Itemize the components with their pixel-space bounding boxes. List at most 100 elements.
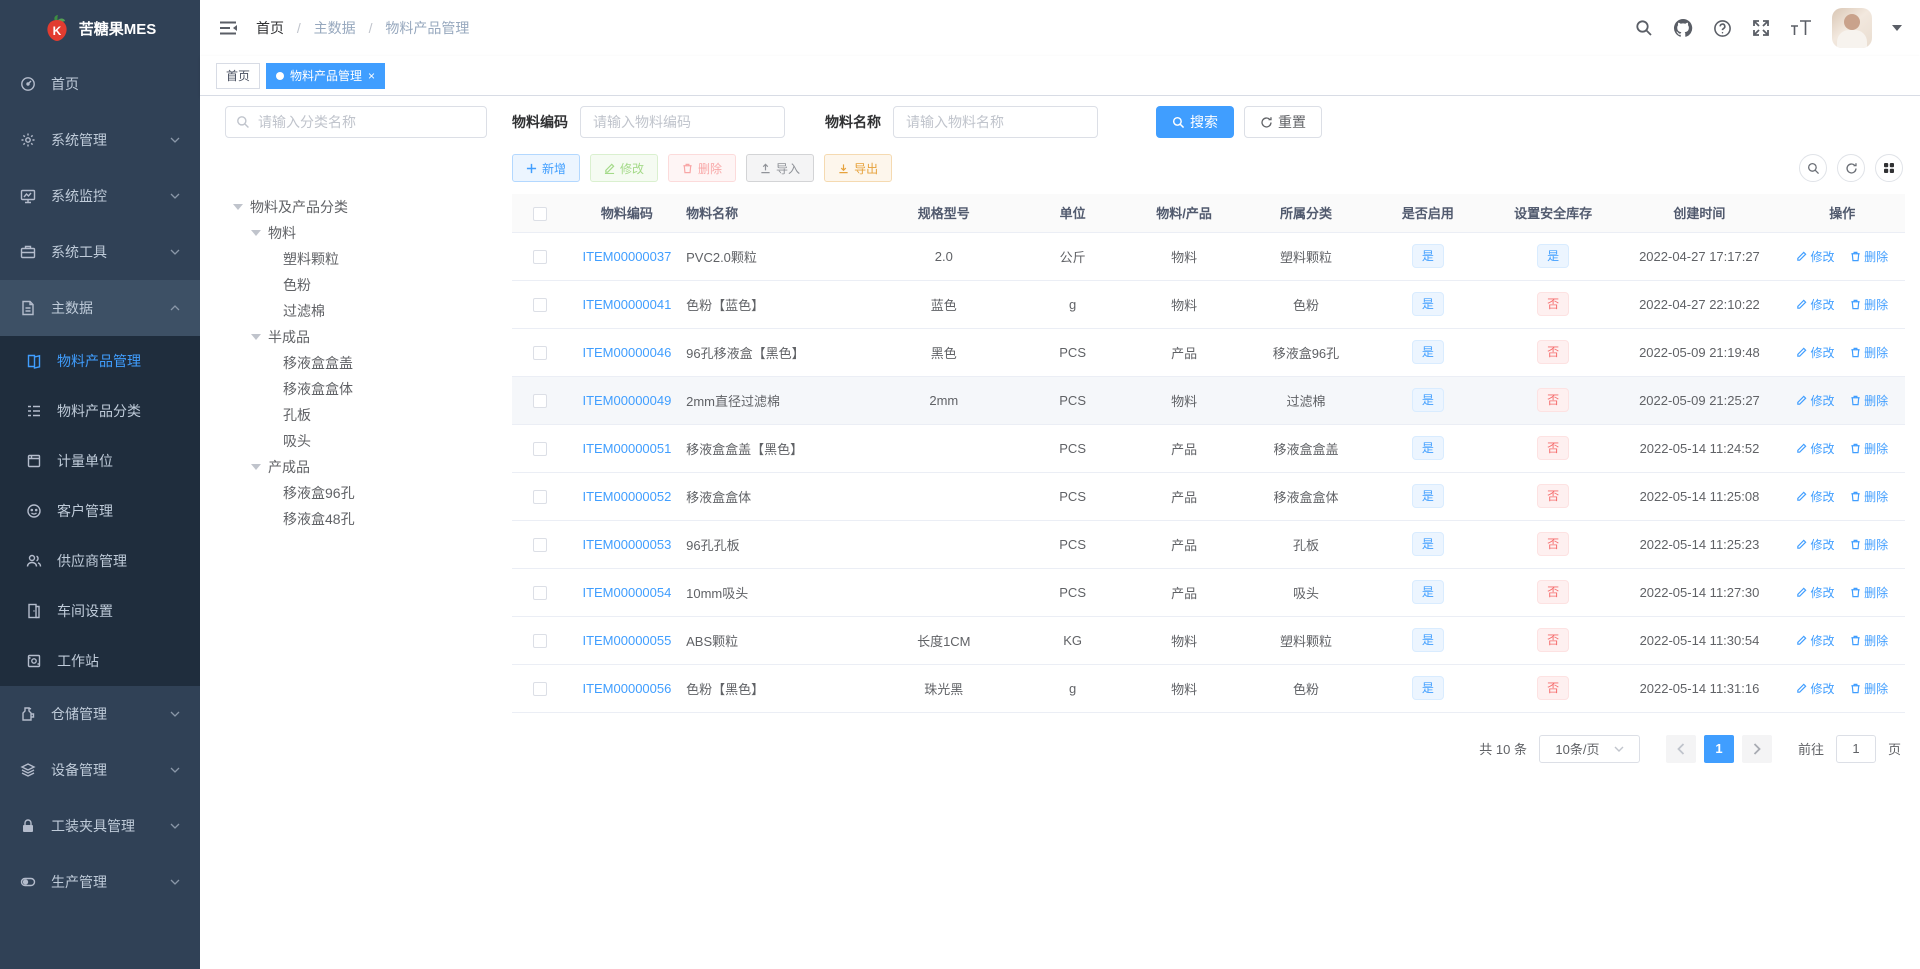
sidebar-item-system-monitor[interactable]: 系统监控 bbox=[0, 168, 200, 224]
fullscreen-icon[interactable] bbox=[1752, 19, 1770, 37]
tree-node[interactable]: 色粉 bbox=[225, 272, 487, 298]
row-checkbox[interactable] bbox=[532, 585, 547, 600]
next-page-button[interactable] bbox=[1741, 734, 1772, 763]
edit-link[interactable]: 修改 bbox=[1796, 344, 1834, 361]
material-name-input[interactable] bbox=[893, 106, 1098, 138]
delete-button[interactable]: 删除 bbox=[668, 154, 737, 182]
tree-node[interactable]: 产成品 bbox=[225, 454, 487, 480]
material-code-input[interactable] bbox=[580, 106, 785, 138]
row-checkbox[interactable] bbox=[532, 345, 547, 360]
row-checkbox[interactable] bbox=[532, 393, 547, 408]
sidebar-item-workshop-settings[interactable]: 车间设置 bbox=[0, 586, 200, 636]
tree-node[interactable]: 移液盒48孔 bbox=[225, 506, 487, 532]
search-button[interactable]: 搜索 bbox=[1156, 106, 1234, 138]
goto-page-input[interactable] bbox=[1835, 734, 1876, 763]
tree-node[interactable]: 移液盒盒体 bbox=[225, 376, 487, 402]
row-checkbox[interactable] bbox=[532, 633, 547, 648]
page-size-select[interactable]: 10条/页 bbox=[1538, 734, 1640, 763]
item-code-link[interactable]: ITEM00000056 bbox=[582, 681, 671, 696]
export-button[interactable]: 导出 bbox=[824, 154, 893, 182]
tab-material-product-mgmt[interactable]: 物料产品管理 × bbox=[266, 62, 386, 89]
sidebar-collapse-icon[interactable] bbox=[218, 18, 238, 38]
edit-button[interactable]: 修改 bbox=[590, 154, 659, 182]
github-icon[interactable] bbox=[1673, 18, 1693, 38]
item-code-link[interactable]: ITEM00000055 bbox=[582, 633, 671, 648]
sidebar-item-equipment-mgmt[interactable]: 设备管理 bbox=[0, 742, 200, 798]
select-all-checkbox[interactable] bbox=[532, 206, 547, 221]
tree-node[interactable]: 孔板 bbox=[225, 402, 487, 428]
edit-link[interactable]: 修改 bbox=[1796, 488, 1834, 505]
sidebar-item-workstation[interactable]: 工作站 bbox=[0, 636, 200, 686]
delete-link[interactable]: 删除 bbox=[1850, 488, 1888, 505]
delete-link[interactable]: 删除 bbox=[1850, 296, 1888, 313]
sidebar-item-material-product-mgmt[interactable]: 物料产品管理 bbox=[0, 336, 200, 386]
tree-expand-caret-icon[interactable] bbox=[251, 230, 261, 236]
delete-link[interactable]: 删除 bbox=[1850, 632, 1888, 649]
table-row[interactable]: ITEM00000041 色粉【蓝色】 蓝色 g 物料 色粉 是 否 2022-… bbox=[512, 280, 1905, 329]
table-row[interactable]: ITEM00000051 移液盒盒盖【黑色】 PCS 产品 移液盒盒盖 是 否 … bbox=[512, 424, 1905, 473]
sidebar-item-measure-unit[interactable]: 计量单位 bbox=[0, 436, 200, 486]
columns-grid-icon[interactable] bbox=[1875, 154, 1903, 182]
sidebar-item-supplier-mgmt[interactable]: 供应商管理 bbox=[0, 536, 200, 586]
row-checkbox[interactable] bbox=[532, 681, 547, 696]
delete-link[interactable]: 删除 bbox=[1850, 536, 1888, 553]
sidebar-item-tooling-fixture-mgmt[interactable]: 工装夹具管理 bbox=[0, 798, 200, 854]
refresh-icon[interactable] bbox=[1837, 154, 1865, 182]
row-checkbox[interactable] bbox=[532, 489, 547, 504]
sidebar-item-production-mgmt[interactable]: 生产管理 bbox=[0, 854, 200, 910]
close-icon[interactable]: × bbox=[368, 70, 375, 82]
edit-link[interactable]: 修改 bbox=[1796, 296, 1834, 313]
breadcrumb-home[interactable]: 首页 bbox=[256, 20, 284, 36]
tree-node[interactable]: 移液盒96孔 bbox=[225, 480, 487, 506]
help-icon[interactable] bbox=[1713, 19, 1732, 38]
search-icon[interactable] bbox=[1635, 19, 1653, 37]
user-menu-caret-icon[interactable] bbox=[1892, 25, 1902, 31]
table-row[interactable]: ITEM00000052 移液盒盒体 PCS 产品 移液盒盒体 是 否 2022… bbox=[512, 472, 1905, 521]
item-code-link[interactable]: ITEM00000052 bbox=[582, 489, 671, 504]
row-checkbox[interactable] bbox=[532, 537, 547, 552]
tree-node[interactable]: 过滤棉 bbox=[225, 298, 487, 324]
delete-link[interactable]: 删除 bbox=[1850, 680, 1888, 697]
row-checkbox[interactable] bbox=[532, 297, 547, 312]
tab-home[interactable]: 首页 bbox=[216, 62, 261, 89]
table-row[interactable]: ITEM00000055 ABS颗粒 长度1CM KG 物料 塑料颗粒 是 否 … bbox=[512, 616, 1905, 665]
table-row[interactable]: ITEM00000056 色粉【黑色】 珠光黑 g 物料 色粉 是 否 2022… bbox=[512, 664, 1905, 713]
page-number-button[interactable]: 1 bbox=[1703, 734, 1734, 763]
table-row[interactable]: ITEM00000054 10mm吸头 PCS 产品 吸头 是 否 2022-0… bbox=[512, 568, 1905, 617]
item-code-link[interactable]: ITEM00000041 bbox=[582, 297, 671, 312]
sidebar-item-material-product-category[interactable]: 物料产品分类 bbox=[0, 386, 200, 436]
item-code-link[interactable]: ITEM00000053 bbox=[582, 537, 671, 552]
delete-link[interactable]: 删除 bbox=[1850, 344, 1888, 361]
toggle-search-icon[interactable] bbox=[1799, 154, 1827, 182]
sidebar-item-warehouse-mgmt[interactable]: 仓储管理 bbox=[0, 686, 200, 742]
edit-link[interactable]: 修改 bbox=[1796, 248, 1834, 265]
table-row[interactable]: ITEM00000049 2mm直径过滤棉 2mm PCS 物料 过滤棉 是 否… bbox=[512, 376, 1905, 425]
tree-node[interactable]: 物料及产品分类 bbox=[225, 194, 487, 220]
item-code-link[interactable]: ITEM00000046 bbox=[582, 345, 671, 360]
tree-expand-caret-icon[interactable] bbox=[251, 334, 261, 340]
edit-link[interactable]: 修改 bbox=[1796, 392, 1834, 409]
delete-link[interactable]: 删除 bbox=[1850, 584, 1888, 601]
category-search-input[interactable] bbox=[225, 106, 487, 138]
user-avatar[interactable] bbox=[1832, 8, 1872, 48]
import-button[interactable]: 导入 bbox=[746, 154, 815, 182]
tree-node[interactable]: 塑料颗粒 bbox=[225, 246, 487, 272]
prev-page-button[interactable] bbox=[1665, 734, 1696, 763]
delete-link[interactable]: 删除 bbox=[1850, 248, 1888, 265]
edit-link[interactable]: 修改 bbox=[1796, 440, 1834, 457]
edit-link[interactable]: 修改 bbox=[1796, 584, 1834, 601]
tree-node[interactable]: 物料 bbox=[225, 220, 487, 246]
sidebar-item-master-data[interactable]: 主数据 bbox=[0, 280, 200, 336]
row-checkbox[interactable] bbox=[532, 249, 547, 264]
table-row[interactable]: ITEM00000037 PVC2.0颗粒 2.0 公斤 物料 塑料颗粒 是 是… bbox=[512, 232, 1905, 281]
sidebar-item-system-admin[interactable]: 系统管理 bbox=[0, 112, 200, 168]
sidebar-item-customer-mgmt[interactable]: 客户管理 bbox=[0, 486, 200, 536]
edit-link[interactable]: 修改 bbox=[1796, 680, 1834, 697]
table-row[interactable]: ITEM00000046 96孔移液盒【黑色】 黑色 PCS 产品 移液盒96孔… bbox=[512, 328, 1905, 377]
tree-node[interactable]: 移液盒盒盖 bbox=[225, 350, 487, 376]
tree-node[interactable]: 半成品 bbox=[225, 324, 487, 350]
sidebar-item-home[interactable]: 首页 bbox=[0, 56, 200, 112]
item-code-link[interactable]: ITEM00000037 bbox=[582, 249, 671, 264]
reset-button[interactable]: 重置 bbox=[1244, 106, 1322, 138]
tree-expand-caret-icon[interactable] bbox=[233, 204, 243, 210]
